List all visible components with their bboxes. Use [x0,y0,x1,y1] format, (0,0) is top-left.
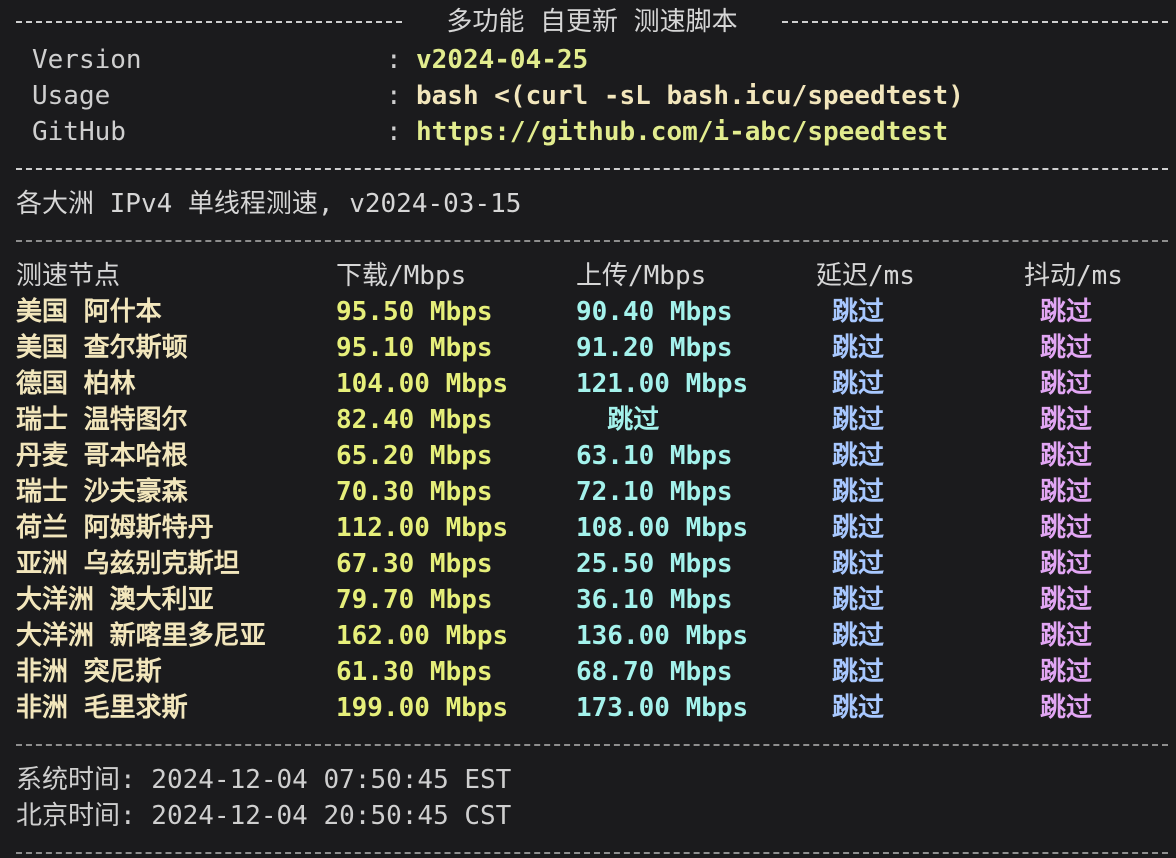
table-row: 非洲 毛里求斯 199.00 Mbps 173.00 Mbps 跳过 跳过 [16,690,1168,726]
node-cell: 瑞士 温特图尔 [16,405,188,435]
info-version-line: Version : v2024-04-25 [16,42,1168,78]
jitter-cell: 跳过 [1040,549,1093,579]
latency-cell: 跳过 [832,693,885,723]
node-cell: 美国 查尔斯顿 [16,333,188,363]
node-cell: 美国 阿什本 [16,297,162,327]
node-cell: 德国 柏林 [16,369,136,399]
column-header-latency: 延迟/ms [816,261,915,291]
latency-cell: 跳过 [832,621,885,651]
divider [16,744,1168,746]
latency-cell: 跳过 [832,369,885,399]
latency-cell: 跳过 [832,333,885,363]
node-cell: 亚洲 乌兹别克斯坦 [16,549,240,579]
latency-cell: 跳过 [832,585,885,615]
node-cell: 丹麦 哥本哈根 [16,441,188,471]
latency-cell: 跳过 [832,513,885,543]
download-cell: 95.10 Mbps [336,333,493,363]
download-cell: 61.30 Mbps [336,657,493,687]
latency-cell: 跳过 [832,297,885,327]
download-cell: 104.00 Mbps [336,369,509,399]
upload-cell: 121.00 Mbps [576,369,749,399]
beijing-time: 北京时间: 2024-12-04 20:50:45 CST [16,801,512,831]
divider [16,852,1168,854]
latency-cell: 跳过 [832,477,885,507]
info-colon: : [386,117,402,147]
download-cell: 82.40 Mbps [336,405,493,435]
jitter-cell: 跳过 [1040,657,1093,687]
jitter-cell: 跳过 [1040,693,1093,723]
node-cell: 非洲 毛里求斯 [16,693,188,723]
column-header-download: 下载/Mbps [336,261,467,291]
info-colon: : [386,45,402,75]
upload-cell: 108.00 Mbps [576,513,749,543]
latency-cell: 跳过 [832,405,885,435]
table-row: 德国 柏林 104.00 Mbps 121.00 Mbps 跳过 跳过 [16,366,1168,402]
jitter-cell: 跳过 [1040,441,1093,471]
column-header-upload: 上传/Mbps [576,261,707,291]
table-row: 丹麦 哥本哈根 65.20 Mbps 63.10 Mbps 跳过 跳过 [16,438,1168,474]
node-cell: 非洲 突尼斯 [16,657,162,687]
jitter-cell: 跳过 [1040,585,1093,615]
jitter-cell: 跳过 [1040,513,1093,543]
table-row: 大洋洲 新喀里多尼亚 162.00 Mbps 136.00 Mbps 跳过 跳过 [16,618,1168,654]
info-value-version: v2024-04-25 [416,45,589,75]
upload-cell: 173.00 Mbps [576,693,749,723]
table-row: 瑞士 温特图尔 82.40 Mbps 跳过 跳过 跳过 [16,402,1168,438]
download-cell: 65.20 Mbps [336,441,493,471]
system-time: 系统时间: 2024-12-04 07:50:45 EST [16,765,512,795]
jitter-cell: 跳过 [1040,477,1093,507]
upload-cell: 91.20 Mbps [576,333,733,363]
table-row: 大洋洲 澳大利亚 79.70 Mbps 36.10 Mbps 跳过 跳过 [16,582,1168,618]
download-cell: 162.00 Mbps [336,621,509,651]
info-github-line: GitHub : https://github.com/i-abc/speedt… [16,114,1168,150]
jitter-cell: 跳过 [1040,333,1093,363]
upload-cell: 63.10 Mbps [576,441,733,471]
node-cell: 大洋洲 澳大利亚 [16,585,214,615]
upload-cell: 136.00 Mbps [576,621,749,651]
upload-cell: 25.50 Mbps [576,549,733,579]
info-label-version: Version [32,45,142,75]
jitter-cell: 跳过 [1040,621,1093,651]
download-cell: 199.00 Mbps [336,693,509,723]
table-row: 亚洲 乌兹别克斯坦 67.30 Mbps 25.50 Mbps 跳过 跳过 [16,546,1168,582]
table-row: 非洲 突尼斯 61.30 Mbps 68.70 Mbps 跳过 跳过 [16,654,1168,690]
title-rule-right [782,21,1168,23]
download-cell: 67.30 Mbps [336,549,493,579]
table-row: 美国 阿什本 95.50 Mbps 90.40 Mbps 跳过 跳过 [16,294,1168,330]
info-value-usage: bash <(curl -sL bash.icu/speedtest) [416,81,964,111]
download-cell: 95.50 Mbps [336,297,493,327]
table-row: 美国 查尔斯顿 95.10 Mbps 91.20 Mbps 跳过 跳过 [16,330,1168,366]
title-bar: 多功能 自更新 测速脚本 [16,4,1168,40]
node-cell: 大洋洲 新喀里多尼亚 [16,621,266,651]
jitter-cell: 跳过 [1040,369,1093,399]
jitter-cell: 跳过 [1040,297,1093,327]
upload-cell: 90.40 Mbps [576,297,733,327]
divider [16,168,1168,170]
info-label-usage: Usage [32,81,111,111]
node-cell: 荷兰 阿姆斯特丹 [16,513,214,543]
upload-cell: 72.10 Mbps [576,477,733,507]
download-cell: 112.00 Mbps [336,513,509,543]
node-cell: 瑞士 沙夫豪森 [16,477,188,507]
info-label-github: GitHub [32,117,126,147]
upload-cell: 36.10 Mbps [576,585,733,615]
info-usage-line: Usage : bash <(curl -sL bash.icu/speedte… [16,78,1168,114]
info-value-github[interactable]: https://github.com/i-abc/speedtest [416,114,948,150]
upload-cell: 跳过 [576,405,660,435]
upload-cell: 68.70 Mbps [576,657,733,687]
latency-cell: 跳过 [832,549,885,579]
info-colon: : [386,81,402,111]
table-header: 测速节点 下载/Mbps 上传/Mbps 延迟/ms 抖动/ms [16,258,1168,294]
column-header-jitter: 抖动/ms [1024,261,1123,291]
download-cell: 70.30 Mbps [336,477,493,507]
latency-cell: 跳过 [832,657,885,687]
table-row: 瑞士 沙夫豪森 70.30 Mbps 72.10 Mbps 跳过 跳过 [16,474,1168,510]
download-cell: 79.70 Mbps [336,585,493,615]
table-row: 荷兰 阿姆斯特丹 112.00 Mbps 108.00 Mbps 跳过 跳过 [16,510,1168,546]
column-header-node: 测速节点 [16,261,121,291]
divider [16,240,1168,242]
jitter-cell: 跳过 [1040,405,1093,435]
latency-cell: 跳过 [832,441,885,471]
test-subtitle: 各大洲 IPv4 单线程测速, v2024-03-15 [16,189,522,219]
